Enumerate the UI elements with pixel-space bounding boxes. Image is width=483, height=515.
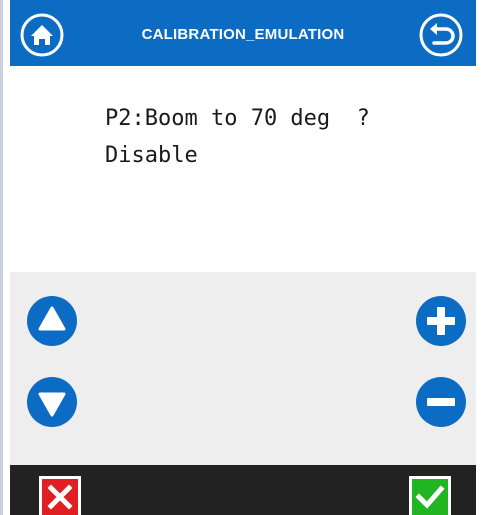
cancel-button[interactable]	[38, 475, 82, 515]
back-arrow-icon	[419, 13, 463, 57]
up-arrow-icon	[27, 296, 77, 346]
increment-button[interactable]	[415, 295, 467, 347]
down-arrow-icon	[27, 377, 77, 427]
prompt-text: P2:Boom to 70 deg ?	[105, 106, 370, 131]
confirm-button[interactable]	[408, 475, 452, 515]
up-button[interactable]	[26, 295, 78, 347]
message-panel: P2:Boom to 70 deg ? Disable	[10, 66, 476, 272]
status-value: Disable	[105, 143, 198, 168]
back-button[interactable]	[418, 12, 464, 58]
down-button[interactable]	[26, 376, 78, 428]
plus-icon	[416, 296, 466, 346]
check-icon	[409, 476, 451, 515]
window-edge	[0, 0, 3, 515]
footer-bar	[10, 465, 476, 515]
minus-icon	[416, 377, 466, 427]
decrement-button[interactable]	[415, 376, 467, 428]
page-title: CALIBRATION_EMULATION	[141, 26, 345, 43]
home-icon	[20, 13, 64, 57]
home-button[interactable]	[19, 12, 65, 58]
header-bar: CALIBRATION_EMULATION	[10, 0, 476, 66]
calibration-screen: CALIBRATION_EMULATION P2:Boom to 70 deg …	[10, 0, 476, 515]
control-panel	[10, 272, 476, 465]
close-icon	[39, 476, 81, 515]
